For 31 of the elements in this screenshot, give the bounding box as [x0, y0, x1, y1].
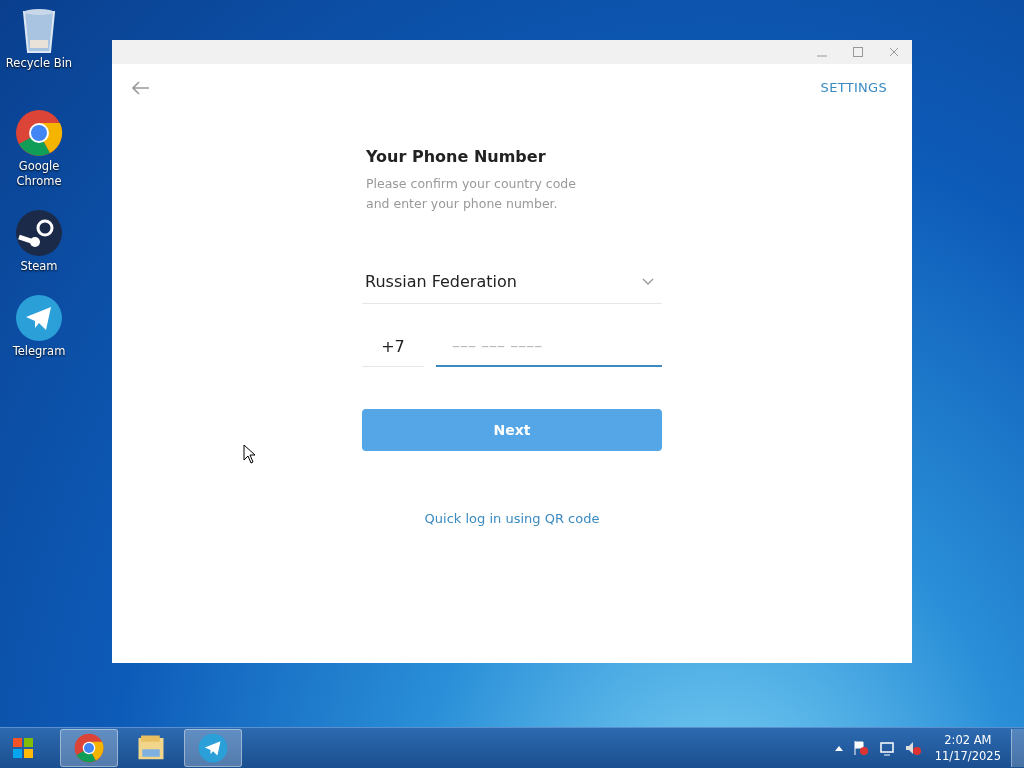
desktop-icon-label[interactable]: Telegram — [4, 344, 74, 359]
taskbar-app-button[interactable] — [60, 729, 118, 767]
desktop-icon-label[interactable]: Google Chrome — [4, 159, 74, 189]
back-arrow-icon[interactable] — [132, 80, 150, 95]
taskbar-app-button[interactable] — [184, 729, 242, 767]
form-description: Please confirm your country code and enter your phone number. — [365, 175, 577, 213]
chrome-icon — [74, 733, 104, 763]
clock-time[interactable]: 2:02 AM — [944, 732, 992, 748]
phone-number-field[interactable]: ––– ––– –––– — [436, 326, 662, 367]
settings-link[interactable]: SETTINGS — [820, 80, 887, 95]
desktop-icon-label[interactable]: Recycle Bin — [4, 56, 74, 71]
country-code-field[interactable]: +7 — [362, 326, 424, 367]
network-icon[interactable] — [878, 740, 895, 756]
windows-logo-icon — [12, 737, 34, 759]
clock-date[interactable]: 11/17/2025 — [934, 748, 1001, 764]
close-icon[interactable] — [888, 46, 900, 58]
show-desktop-button[interactable] — [1011, 729, 1024, 767]
speaker-muted-icon[interactable] — [904, 740, 921, 756]
paper-plane-icon — [198, 733, 228, 763]
caret-up-icon[interactable] — [834, 745, 843, 751]
form-title: Your Phone Number — [365, 147, 547, 166]
chrome-icon — [15, 109, 63, 157]
paper-plane-icon — [15, 294, 63, 342]
steam-icon — [15, 209, 63, 257]
country-select[interactable]: Russian Federation — [362, 258, 662, 304]
desktop-icon-label[interactable]: Steam — [4, 259, 74, 274]
qr-login-link[interactable]: Quick log in using QR code — [424, 511, 600, 526]
mouse-cursor-icon — [243, 444, 257, 464]
maximize-icon[interactable] — [852, 46, 864, 58]
flag-error-icon[interactable] — [852, 740, 869, 756]
chevron-down-icon — [642, 277, 654, 286]
